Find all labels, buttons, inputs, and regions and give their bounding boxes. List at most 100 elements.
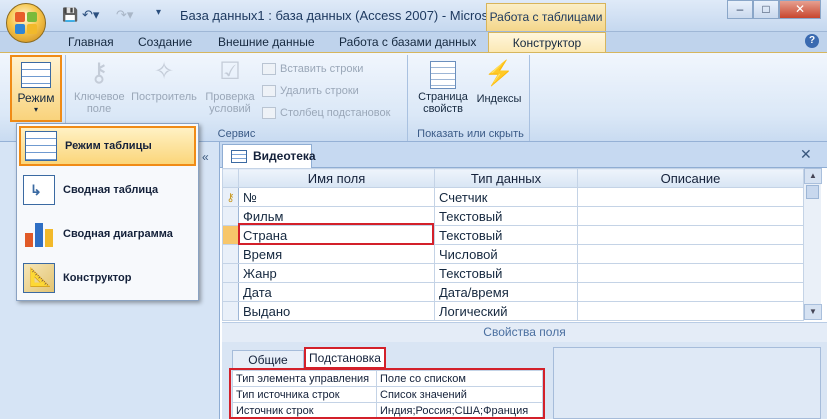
tab-database-tools[interactable]: Работа с базами данных — [339, 34, 476, 52]
scroll-down-icon[interactable]: ▼ — [804, 304, 822, 320]
test-validation-button[interactable]: ☑ Проверка условий — [200, 57, 260, 115]
menu-item-design-view[interactable]: 📐 Конструктор — [19, 258, 196, 298]
show-hide-group: Страница свойств ⚡ Индексы Показать или … — [412, 55, 530, 141]
grid-header-row: Имя поля Тип данных Описание — [222, 168, 804, 188]
lookup-column-button[interactable]: Столбец подстановок — [262, 107, 390, 119]
row-selector[interactable] — [222, 263, 239, 283]
builder-button[interactable]: ✧ Построитель — [128, 57, 200, 103]
close-window-button[interactable]: ✕ — [779, 0, 821, 19]
view-mode-label: Режим — [17, 91, 55, 105]
close-document-icon[interactable]: ✕ — [800, 146, 812, 163]
field-name-cell[interactable]: Время — [238, 244, 435, 264]
description-cell[interactable] — [577, 282, 804, 302]
menu-item-pivot-chart[interactable]: Сводная диаграмма — [19, 214, 196, 254]
office-button[interactable] — [6, 3, 46, 43]
indexes-label: Индексы — [476, 93, 522, 105]
delete-rows-button[interactable]: Удалить строки — [262, 85, 359, 97]
data-type-cell[interactable]: Текстовый — [434, 263, 578, 283]
menu-item-pivot-table[interactable]: ↳ Сводная таблица — [19, 170, 196, 210]
row-selector[interactable] — [222, 301, 239, 321]
document-tab[interactable]: Видеотека — [222, 144, 316, 168]
tab-create[interactable]: Создание — [138, 34, 192, 52]
property-sheet-label: Страница свойств — [418, 91, 468, 115]
table-icon — [231, 150, 247, 163]
field-name-cell[interactable]: Выдано — [238, 301, 435, 321]
scroll-thumb[interactable] — [806, 185, 819, 199]
context-tab-title: Работа с таблицами — [486, 3, 606, 31]
row-selector[interactable] — [222, 225, 239, 245]
table-row[interactable]: Дата Дата/время — [222, 282, 804, 302]
vertical-scrollbar[interactable]: ▲ ▼ — [803, 168, 822, 320]
primary-key-label: Ключевое поле — [74, 91, 125, 115]
redo-icon[interactable]: ↷▾ — [116, 7, 133, 23]
table-row[interactable]: Выдано Логический — [222, 301, 804, 321]
primary-key-button[interactable]: ⚷ Ключевое поле — [70, 57, 128, 115]
office-logo-icon — [15, 12, 37, 34]
table-row[interactable]: Время Числовой — [222, 244, 804, 264]
undo-icon[interactable]: ↶▾ — [82, 7, 99, 23]
property-help-pane — [553, 347, 821, 419]
scroll-up-icon[interactable]: ▲ — [804, 168, 822, 184]
selected-field-highlight — [238, 223, 434, 245]
nav-collapse-icon[interactable]: « — [202, 150, 209, 164]
row-selector[interactable] — [222, 244, 239, 264]
data-type-cell[interactable]: Логический — [434, 301, 578, 321]
qat-customize-icon[interactable]: ▾ — [156, 7, 161, 18]
view-mode-button[interactable]: Режим ▾ — [10, 55, 62, 122]
delete-rows-label: Удалить строки — [280, 85, 359, 97]
pivot-chart-icon — [23, 219, 55, 249]
primary-key-icon[interactable]: ⚷ — [222, 187, 239, 207]
minimize-button[interactable]: – — [727, 0, 753, 19]
description-cell[interactable] — [577, 225, 804, 245]
tab-design[interactable]: Конструктор — [488, 32, 606, 54]
column-header-field-name: Имя поля — [238, 168, 435, 188]
lightning-icon: ⚡ — [484, 60, 514, 87]
lookup-column-label: Столбец подстановок — [280, 107, 391, 119]
help-icon[interactable]: ? — [805, 34, 819, 48]
field-name-cell[interactable]: Дата — [238, 282, 435, 302]
menu-item-label: Режим таблицы — [65, 140, 152, 152]
save-icon[interactable]: 💾 — [62, 7, 78, 23]
description-cell[interactable] — [577, 244, 804, 264]
maximize-button[interactable]: □ — [753, 0, 779, 19]
property-sheet-button[interactable]: Страница свойств — [414, 57, 472, 115]
indexes-button[interactable]: ⚡ Индексы — [472, 57, 526, 105]
data-type-cell[interactable]: Дата/время — [434, 282, 578, 302]
description-cell[interactable] — [577, 187, 804, 207]
row-selector[interactable] — [222, 282, 239, 302]
validation-icon: ☑ — [219, 58, 241, 85]
column-header-data-type: Тип данных — [434, 168, 578, 188]
data-type-cell[interactable]: Текстовый — [434, 206, 578, 226]
menu-item-datasheet[interactable]: Режим таблицы — [19, 126, 196, 166]
tab-external-data[interactable]: Внешние данные — [218, 34, 315, 52]
menu-item-label: Конструктор — [63, 272, 132, 284]
description-cell[interactable] — [577, 206, 804, 226]
table-row[interactable]: Жанр Текстовый — [222, 263, 804, 283]
field-name-cell[interactable]: № — [238, 187, 435, 207]
row-selector[interactable] — [222, 206, 239, 226]
menu-item-label: Сводная таблица — [63, 184, 159, 196]
insert-rows-button[interactable]: Вставить строки — [262, 63, 363, 75]
tab-home[interactable]: Главная — [68, 34, 114, 52]
field-name-cell[interactable]: Жанр — [238, 263, 435, 283]
data-type-cell[interactable]: Текстовый — [434, 225, 578, 245]
description-cell[interactable] — [577, 263, 804, 283]
window-title: База данных1 : база данных (Access 2007)… — [180, 8, 510, 23]
field-properties-title: Свойства поля — [222, 322, 827, 342]
key-icon: ⚷ — [89, 57, 109, 87]
data-type-cell[interactable]: Счетчик — [434, 187, 578, 207]
document-tab-title: Видеотека — [253, 149, 316, 163]
magic-wand-icon: ✧ — [153, 58, 175, 85]
design-view-icon: 📐 — [23, 263, 55, 293]
tab-lookup[interactable]: Подстановка — [304, 347, 386, 369]
tab-general[interactable]: Общие — [232, 350, 304, 370]
menu-item-label: Сводная диаграмма — [63, 228, 173, 240]
description-cell[interactable] — [577, 301, 804, 321]
data-type-cell[interactable]: Числовой — [434, 244, 578, 264]
test-validation-label: Проверка условий — [205, 91, 255, 115]
datasheet-icon — [25, 131, 57, 161]
pivot-table-icon: ↳ — [23, 175, 55, 205]
table-row[interactable]: ⚷ № Счетчик — [222, 187, 804, 207]
show-hide-group-label: Показать или скрыть — [417, 128, 524, 140]
insert-rows-icon — [262, 63, 276, 75]
